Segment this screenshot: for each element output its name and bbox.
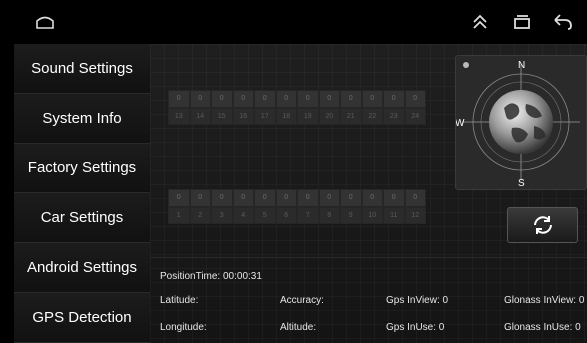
satellite-signal: 0 [318, 189, 340, 207]
accuracy-label: Accuracy: [280, 295, 324, 306]
satellite-signal: 0 [211, 90, 233, 108]
chevron-up-double-icon[interactable] [469, 11, 491, 33]
satellite-id: 22 [361, 107, 383, 125]
satellite-signal: 0 [211, 189, 233, 207]
satellite-id: 1 [168, 206, 190, 224]
satellite-signal: 0 [168, 90, 190, 108]
satellite-id: 5 [254, 206, 276, 224]
sidebar-item-gps-detection[interactable]: GPS Detection [14, 292, 150, 343]
refresh-icon [533, 216, 552, 234]
satellite-id: 17 [254, 107, 276, 125]
satellite-id: 12 [404, 206, 426, 224]
sidebar-item-sound-settings[interactable]: Sound Settings [14, 44, 150, 94]
satellite-id: 18 [275, 107, 297, 125]
satellite-signal: 0 [275, 90, 297, 108]
satellite-signal: 0 [232, 189, 254, 207]
satellite-signal: 0 [297, 90, 319, 108]
satellite-id: 8 [318, 206, 340, 224]
gps-detection-panel: 0 0 0 0 0 0 0 0 0 0 0 0 13 14 15 16 17 1… [150, 44, 587, 343]
longitude-label: Longitude: [160, 322, 207, 333]
satellite-signal: 0 [232, 90, 254, 108]
glonass-inview-label: Glonass InView: 0 [504, 295, 585, 306]
glonass-inuse-label: Glonass InUse: 0 [504, 322, 581, 333]
altitude-label: Altitude: [280, 322, 317, 333]
status-dot-icon [463, 62, 469, 68]
satellite-signal: 0 [297, 189, 319, 207]
sidebar-item-label: Factory Settings [27, 159, 137, 177]
gps-inview-label: Gps InView: 0 [386, 295, 449, 306]
sidebar-item-factory-settings[interactable]: Factory Settings [14, 143, 150, 194]
gps-compass: N S W [455, 55, 587, 190]
satellite-id: 20 [318, 107, 340, 125]
satellite-id: 14 [189, 107, 211, 125]
position-time: PositionTime: 00:00:31 [160, 271, 262, 282]
sidebar-item-system-info[interactable]: System Info [14, 93, 150, 144]
satellite-id: 19 [297, 107, 319, 125]
sidebar-item-label: System Info [42, 109, 122, 127]
satellite-id: 6 [275, 206, 297, 224]
satellite-signal: 0 [340, 90, 362, 108]
satellite-signal: 0 [189, 189, 211, 207]
satellite-id: 24 [404, 107, 426, 125]
refresh-button[interactable] [507, 207, 578, 243]
satellite-signal: 0 [361, 189, 383, 207]
satellite-signal: 0 [383, 90, 405, 108]
globe-compass-icon: N S W [455, 60, 580, 189]
sidebar: Sound Settings System Info Factory Setti… [14, 44, 150, 343]
compass-north-label: N [518, 60, 525, 71]
satellite-id: 10 [361, 206, 383, 224]
satellite-signal: 0 [254, 90, 276, 108]
satellite-id: 7 [297, 206, 319, 224]
sidebar-item-car-settings[interactable]: Car Settings [14, 193, 150, 244]
compass-south-label: S [518, 178, 525, 189]
satellite-signal: 0 [275, 189, 297, 207]
sidebar-item-label: Car Settings [40, 209, 124, 227]
satellite-id: 9 [340, 206, 362, 224]
screen: Sound Settings System Info Factory Setti… [14, 0, 587, 343]
satellite-signal: 0 [404, 189, 426, 207]
satellite-signal: 0 [168, 189, 190, 207]
satellite-signal: 0 [254, 189, 276, 207]
satellite-grid-top: 0 0 0 0 0 0 0 0 0 0 0 0 13 14 15 16 17 1… [168, 90, 426, 125]
latitude-label: Latitude: [160, 295, 199, 306]
satellite-id: 21 [340, 107, 362, 125]
top-bar [14, 0, 587, 44]
sidebar-item-label: Android Settings [26, 259, 138, 277]
compass-west-label: W [456, 118, 465, 129]
satellite-id: 23 [383, 107, 405, 125]
satellite-id: 16 [232, 107, 254, 125]
sidebar-item-label: Sound Settings [31, 59, 133, 77]
satellite-id: 3 [211, 206, 233, 224]
satellite-id: 11 [383, 206, 405, 224]
recent-apps-icon[interactable] [511, 11, 533, 33]
sidebar-item-android-settings[interactable]: Android Settings [14, 243, 150, 293]
gps-info-area: PositionTime: 00:00:31 Latitude: Accurac… [150, 257, 587, 343]
satellite-signal: 0 [404, 90, 426, 108]
satellite-signal: 0 [340, 189, 362, 207]
satellite-signal: 0 [361, 90, 383, 108]
satellite-id: 2 [189, 206, 211, 224]
home-icon[interactable] [34, 11, 56, 33]
satellite-signal: 0 [318, 90, 340, 108]
satellite-signal: 0 [383, 189, 405, 207]
back-icon[interactable] [551, 11, 573, 33]
satellite-id: 4 [232, 206, 254, 224]
satellite-grid-bottom: 0 0 0 0 0 0 0 0 0 0 0 0 1 2 3 4 5 6 7 8 … [168, 189, 426, 224]
satellite-signal: 0 [189, 90, 211, 108]
satellite-id: 13 [168, 107, 190, 125]
sidebar-item-label: GPS Detection [32, 308, 132, 326]
satellite-id: 15 [211, 107, 233, 125]
gps-inuse-label: Gps InUse: 0 [386, 322, 445, 333]
